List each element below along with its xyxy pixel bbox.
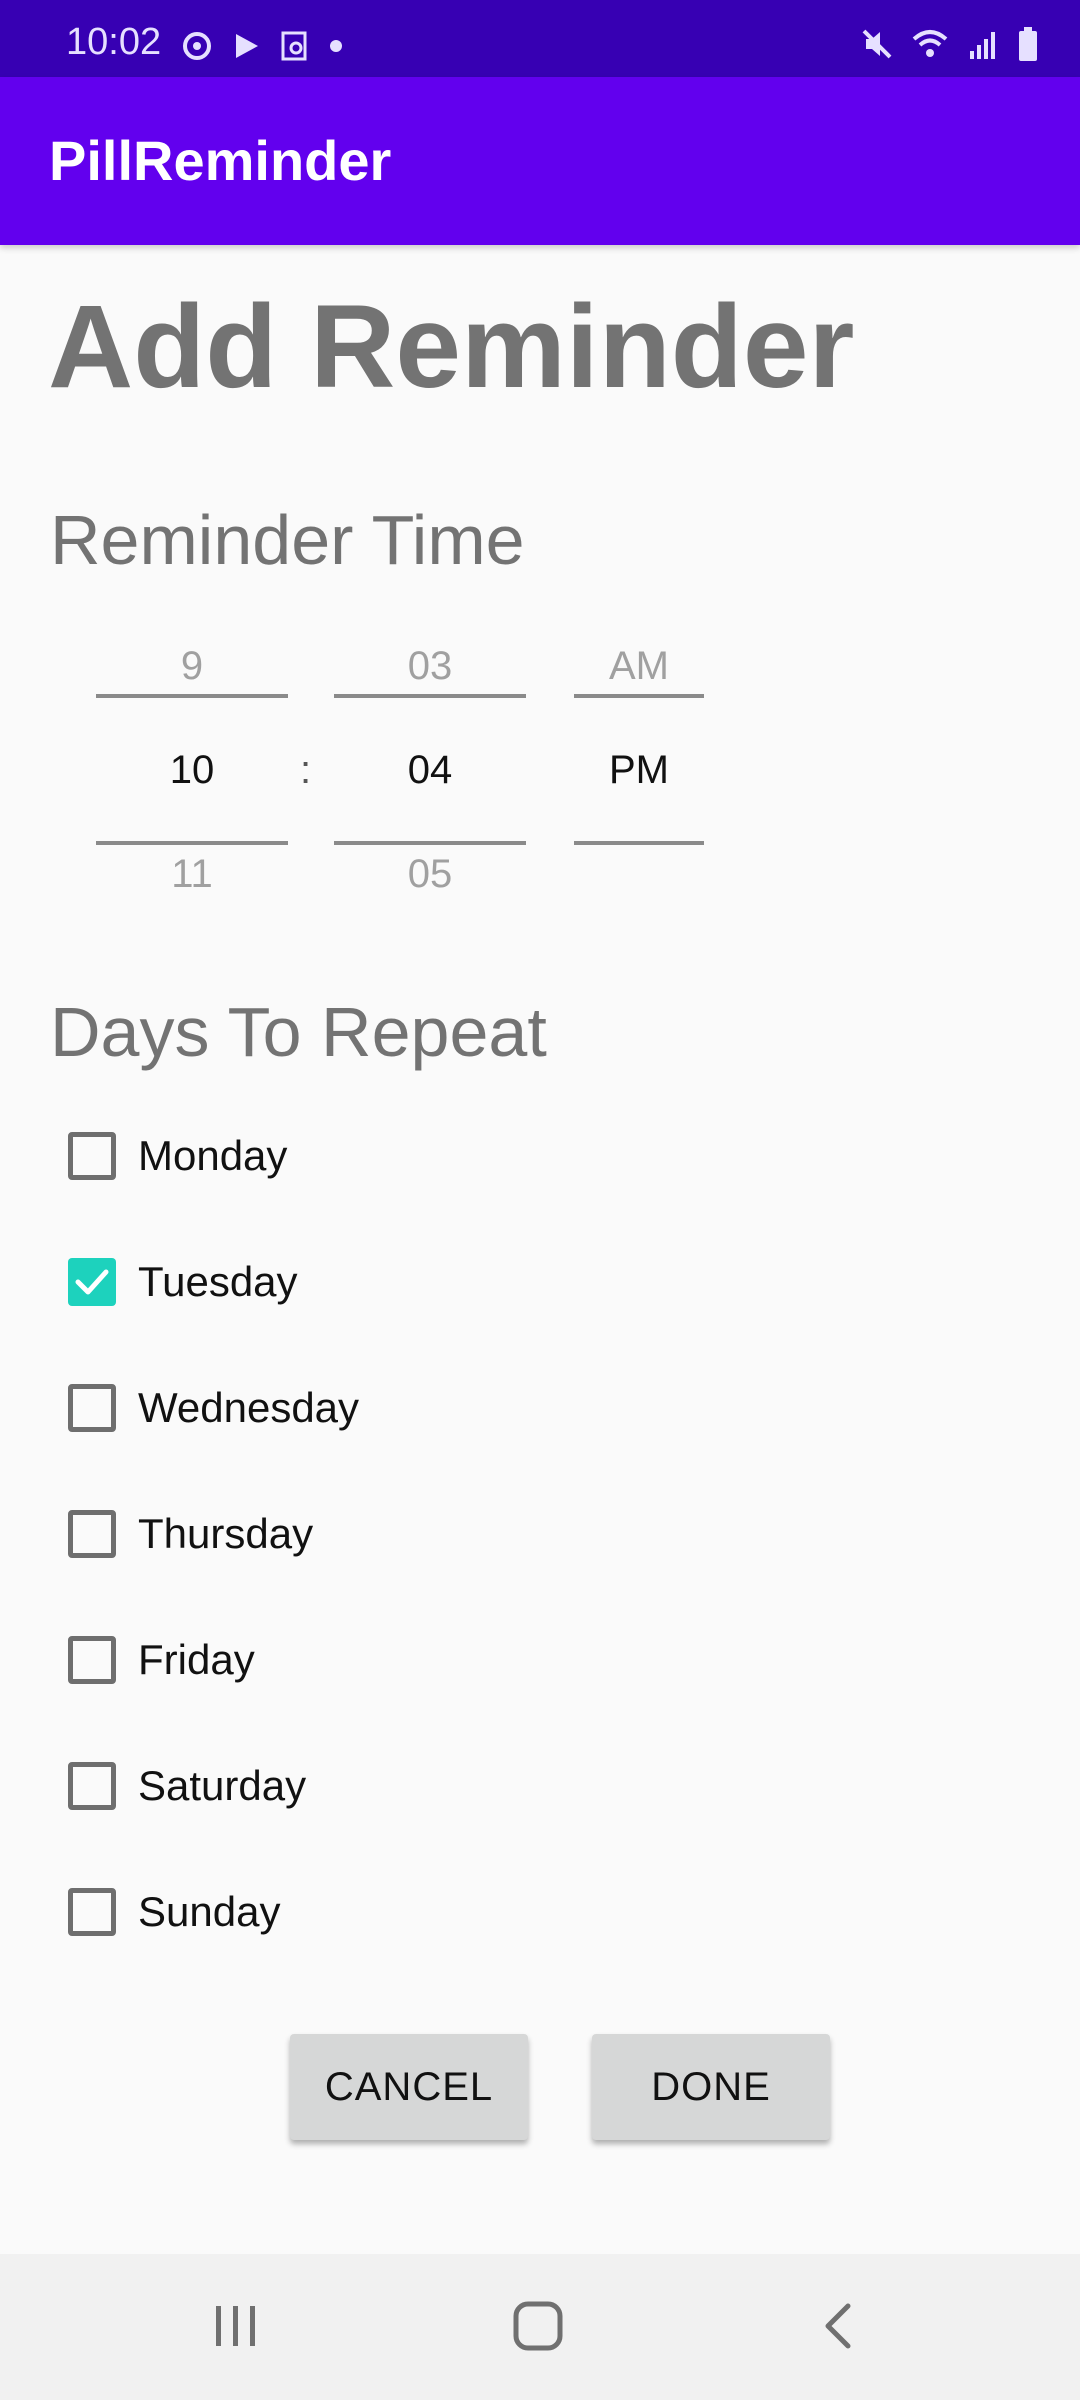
time-separator: : (300, 748, 312, 792)
hour-picker[interactable]: 9 10 11 (96, 630, 288, 900)
day-label[interactable]: Tuesday (138, 1258, 298, 1306)
done-button[interactable]: DONE (592, 2034, 830, 2140)
recent-apps-icon[interactable] (206, 2300, 266, 2357)
back-icon[interactable] (814, 2300, 864, 2357)
day-label[interactable]: Thursday (138, 1510, 313, 1558)
ampm-divider-top (574, 694, 704, 698)
days-title: Days To Repeat (50, 993, 547, 1071)
day-row-saturday[interactable]: Saturday (68, 1758, 306, 1814)
ampm-prev[interactable]: AM (574, 644, 704, 689)
screenshot-icon (280, 30, 310, 67)
checkbox-saturday[interactable] (68, 1762, 116, 1810)
checkbox-tuesday[interactable] (68, 1258, 116, 1306)
ampm-current[interactable]: PM (574, 748, 704, 793)
signal-icon (966, 27, 1000, 66)
minute-prev[interactable]: 03 (334, 644, 526, 689)
day-label[interactable]: Sunday (138, 1888, 280, 1936)
notification-dot-icon (328, 38, 344, 59)
day-row-friday[interactable]: Friday (68, 1632, 255, 1688)
day-row-wednesday[interactable]: Wednesday (68, 1380, 359, 1436)
day-row-tuesday[interactable]: Tuesday (68, 1254, 298, 1310)
checkbox-monday[interactable] (68, 1132, 116, 1180)
reminder-time-title: Reminder Time (50, 501, 525, 579)
battery-icon (1016, 26, 1040, 67)
day-label[interactable]: Saturday (138, 1762, 306, 1810)
checkbox-sunday[interactable] (68, 1888, 116, 1936)
hour-divider-top (96, 694, 288, 698)
minute-divider-top (334, 694, 526, 698)
day-label[interactable]: Monday (138, 1132, 287, 1180)
page-title: Add Reminder (48, 281, 855, 413)
minute-next[interactable]: 05 (334, 852, 526, 897)
app-bar: PillReminder (0, 77, 1080, 245)
play-store-icon (232, 31, 262, 66)
nav-bar (0, 2254, 1080, 2400)
status-icons-right (860, 26, 1040, 66)
status-bar: 10:02 (0, 0, 1080, 77)
minute-current[interactable]: 04 (334, 748, 526, 793)
ampm-divider-bottom (574, 841, 704, 845)
day-row-thursday[interactable]: Thursday (68, 1506, 313, 1562)
mute-icon (860, 27, 894, 66)
hour-next[interactable]: 11 (96, 852, 288, 897)
day-row-sunday[interactable]: Sunday (68, 1884, 280, 1940)
app-title: PillReminder (49, 129, 392, 192)
minute-picker[interactable]: 03 04 05 (334, 630, 526, 900)
checkmark-icon (75, 1269, 109, 1295)
day-label[interactable]: Friday (138, 1636, 255, 1684)
day-row-monday[interactable]: Monday (68, 1128, 287, 1184)
home-icon[interactable] (508, 2298, 568, 2359)
checkbox-thursday[interactable] (68, 1510, 116, 1558)
hour-current[interactable]: 10 (96, 748, 288, 793)
status-icons-left (180, 28, 344, 68)
status-time: 10:02 (66, 21, 162, 63)
sync-icon (180, 29, 214, 68)
checkbox-friday[interactable] (68, 1636, 116, 1684)
ampm-picker[interactable]: AM PM (574, 630, 704, 900)
hour-prev[interactable]: 9 (96, 644, 288, 689)
day-label[interactable]: Wednesday (138, 1384, 359, 1432)
hour-divider-bottom (96, 841, 288, 845)
checkbox-wednesday[interactable] (68, 1384, 116, 1432)
cancel-button[interactable]: CANCEL (290, 2034, 528, 2140)
wifi-icon (910, 27, 950, 66)
minute-divider-bottom (334, 841, 526, 845)
